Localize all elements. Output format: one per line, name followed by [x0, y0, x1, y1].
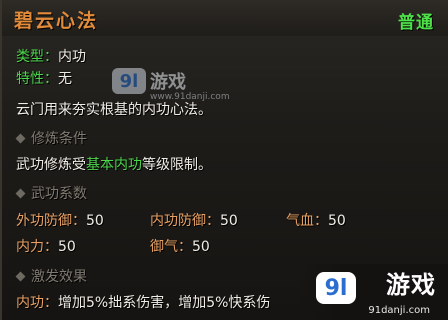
stat-value: 50	[328, 213, 346, 229]
stat-label: 内功防御：	[150, 213, 220, 229]
effects-text: 增加5%拙系伤害，增加5%快系伤	[58, 295, 271, 311]
type-value: 内功	[58, 49, 86, 65]
stat-label: 御气：	[150, 239, 192, 255]
tooltip-header: 碧云心法 普通	[2, 0, 448, 36]
trait-label: 特性：	[16, 71, 58, 87]
effects-heading-text: 激发效果	[31, 269, 87, 285]
stats-heading: 武功系数	[16, 183, 87, 203]
trait-row: 特性：无	[16, 68, 72, 88]
quality-badge: 普通	[398, 13, 434, 33]
diamond-bullet-icon	[16, 272, 25, 281]
requirements-heading-text: 修炼条件	[31, 131, 87, 147]
trait-value: 无	[58, 71, 72, 87]
stat-label: 气血：	[286, 213, 328, 229]
type-label: 类型：	[16, 49, 58, 65]
watermark-text: 游戏	[150, 72, 186, 93]
requirements-highlight: 基本内功	[86, 157, 142, 173]
diamond-bullet-icon	[16, 189, 25, 198]
corner-watermark-url: 91danji.com	[368, 305, 430, 316]
stat-value: 50	[220, 213, 238, 229]
stat-item: 外功防御：50	[16, 210, 104, 230]
stat-label: 内力：	[16, 239, 58, 255]
requirements-text: 武功修炼受基本内功等级限制。	[16, 154, 212, 174]
skill-title: 碧云心法	[14, 10, 99, 32]
corner-logo-icon: 9l	[316, 272, 356, 304]
stat-label: 外功防御：	[16, 213, 86, 229]
requirements-prefix: 武功修炼受	[16, 157, 86, 173]
stats-heading-text: 武功系数	[31, 186, 87, 202]
skill-description: 云门用来夯实根基的内功心法。	[16, 102, 212, 118]
stat-item: 气血：50	[286, 210, 346, 230]
stat-value: 50	[58, 239, 76, 255]
corner-watermark-text: 游戏	[386, 271, 436, 299]
effects-row: 内功：增加5%拙系伤害，增加5%快系伤	[16, 292, 270, 312]
diamond-bullet-icon	[16, 134, 25, 143]
watermark-url: www.91danji.com	[150, 92, 230, 102]
stat-item: 内功防御：50	[150, 210, 238, 230]
watermark-center: 9l 游戏	[112, 68, 186, 94]
type-row: 类型：内功	[16, 46, 86, 66]
stat-value: 50	[86, 213, 104, 229]
requirements-suffix: 等级限制。	[142, 157, 212, 173]
site-logo-icon: 9l	[112, 68, 146, 94]
effects-heading: 激发效果	[16, 266, 87, 286]
stat-item: 内力：50	[16, 236, 76, 256]
effects-label: 内功：	[16, 295, 58, 311]
stat-item: 御气：50	[150, 236, 210, 256]
stat-value: 50	[192, 239, 210, 255]
requirements-heading: 修炼条件	[16, 128, 87, 148]
